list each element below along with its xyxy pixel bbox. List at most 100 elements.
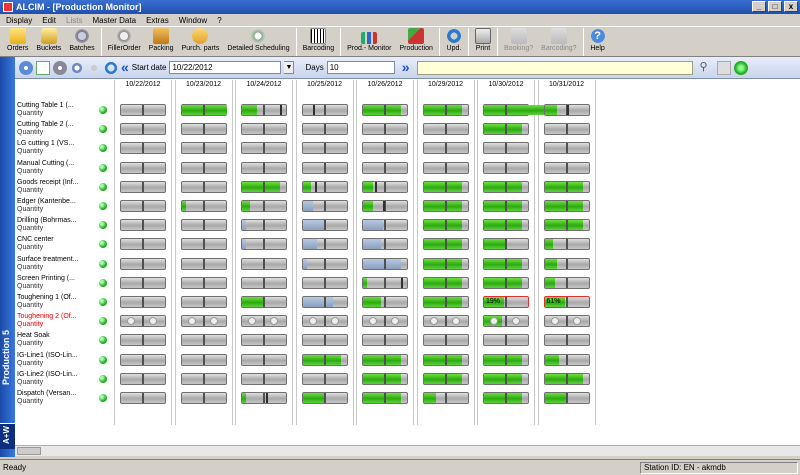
chevron-down-icon[interactable]: ▼ — [284, 61, 295, 74]
capacity-bar[interactable] — [241, 353, 287, 366]
workstation-label[interactable]: Manual Cutting (... Quantity — [17, 160, 97, 176]
menu-master-data[interactable]: Master Data — [92, 16, 136, 25]
capacity-bar[interactable]: 19% — [483, 296, 529, 308]
capacity-bar[interactable] — [301, 315, 348, 328]
maximize-button[interactable]: □ — [768, 1, 782, 12]
capacity-bar[interactable] — [180, 334, 227, 347]
capacity-bar[interactable] — [301, 276, 348, 289]
capacity-bar[interactable] — [422, 315, 469, 328]
workstation-label[interactable]: CNC center Quantity — [17, 236, 97, 252]
capacity-bar[interactable] — [180, 296, 227, 308]
capacity-bar[interactable] — [301, 238, 348, 251]
workstation-label[interactable]: Heat Soak Quantity — [17, 332, 97, 348]
capacity-bar[interactable] — [301, 353, 348, 366]
next-period-icon[interactable]: » — [402, 60, 410, 75]
barcoding-button[interactable]: Barcoding — [299, 27, 339, 52]
capacity-bar[interactable] — [362, 334, 408, 347]
capacity-bar[interactable] — [422, 123, 469, 136]
pointer-icon[interactable] — [53, 60, 67, 75]
capacity-bar[interactable] — [241, 142, 287, 155]
capacity-bar[interactable] — [422, 200, 469, 212]
workstation-label[interactable]: Toughening 1 (Of... Quantity — [17, 294, 97, 310]
capacity-bar[interactable] — [180, 161, 227, 174]
capacity-bar[interactable] — [241, 315, 287, 328]
help-button[interactable]: ? Help — [586, 27, 610, 52]
menu-lists[interactable]: Lists — [66, 16, 82, 25]
menu-window[interactable]: Window — [179, 16, 207, 25]
capacity-bar[interactable] — [483, 219, 529, 232]
capacity-bar[interactable] — [362, 104, 408, 116]
close-button[interactable]: x — [784, 1, 798, 12]
capacity-bar[interactable] — [543, 353, 590, 366]
search-icon[interactable] — [70, 60, 84, 75]
capacity-bar[interactable] — [120, 238, 166, 251]
capacity-bar[interactable] — [422, 142, 469, 155]
capacity-bar[interactable] — [120, 315, 166, 328]
capacity-bar[interactable] — [483, 180, 529, 193]
capacity-bar[interactable] — [301, 104, 348, 116]
capacity-bar[interactable] — [483, 104, 544, 116]
capacity-bar[interactable] — [483, 123, 529, 136]
workstation-label[interactable]: Goods receipt (Inf... Quantity — [17, 179, 97, 195]
workstation-label[interactable]: Cutting Table 1 (... Quantity — [17, 102, 97, 118]
capacity-bar[interactable] — [120, 104, 166, 116]
capacity-bar[interactable] — [422, 219, 469, 232]
workstation-label[interactable]: Drilling (Bohrmas... Quantity — [17, 217, 97, 233]
capacity-bar[interactable] — [483, 200, 529, 212]
capacity-bar[interactable] — [362, 276, 408, 289]
capacity-bar[interactable] — [362, 142, 408, 155]
capacity-bar[interactable] — [483, 353, 529, 366]
capacity-bar[interactable] — [362, 123, 408, 136]
capacity-bar[interactable] — [120, 372, 166, 385]
capacity-bar[interactable] — [483, 334, 529, 347]
batches-button[interactable]: Batches — [65, 27, 98, 52]
capacity-bar[interactable] — [483, 276, 529, 289]
workstation-label[interactable]: IG-Line1 (ISO-Lin... Quantity — [17, 352, 97, 368]
capacity-bar[interactable] — [301, 392, 348, 404]
capacity-bar[interactable] — [483, 315, 529, 328]
capacity-bar[interactable] — [241, 257, 287, 270]
capacity-bar[interactable] — [241, 219, 287, 232]
capacity-bar[interactable] — [180, 257, 227, 270]
capacity-bar[interactable] — [543, 276, 590, 289]
capacity-bar[interactable] — [543, 372, 590, 385]
go-icon[interactable] — [733, 60, 748, 75]
menu-display[interactable]: Display — [6, 16, 32, 25]
production-button[interactable]: Production — [395, 27, 436, 52]
capacity-bar[interactable] — [241, 180, 287, 193]
capacity-bar[interactable] — [543, 142, 590, 155]
capacity-bar[interactable] — [362, 315, 408, 328]
barcoding-button[interactable]: Barcoding? — [537, 27, 580, 52]
capacity-bar[interactable] — [241, 104, 287, 116]
packing-button[interactable]: Packing — [145, 27, 178, 52]
capacity-bar[interactable] — [180, 238, 227, 251]
capacity-bar[interactable] — [422, 257, 469, 270]
capacity-bar[interactable] — [422, 296, 469, 308]
person-icon[interactable] — [87, 60, 101, 75]
capacity-bar[interactable] — [483, 142, 529, 155]
capacity-bar[interactable] — [120, 142, 166, 155]
capacity-bar[interactable] — [422, 104, 469, 116]
capacity-bar[interactable] — [301, 296, 348, 308]
capacity-bar[interactable] — [301, 219, 348, 232]
capacity-bar[interactable]: 61% — [543, 296, 590, 308]
capacity-bar[interactable] — [241, 200, 287, 212]
refresh-icon[interactable] — [104, 60, 118, 75]
capacity-bar[interactable] — [241, 334, 287, 347]
workstation-label[interactable]: Edger (Kantenbe... Quantity — [17, 198, 97, 214]
start-date-input[interactable]: 10/22/2012 — [169, 61, 282, 74]
capacity-bar[interactable] — [120, 257, 166, 270]
capacity-bar[interactable] — [301, 257, 348, 270]
capacity-bar[interactable] — [241, 123, 287, 136]
capacity-bar[interactable] — [543, 392, 590, 404]
capacity-bar[interactable] — [120, 123, 166, 136]
capacity-bar[interactable] — [301, 123, 348, 136]
capacity-bar[interactable] — [362, 353, 408, 366]
capacity-bar[interactable] — [120, 392, 166, 404]
capacity-bar[interactable] — [301, 200, 348, 212]
capacity-bar[interactable] — [180, 142, 227, 155]
capacity-bar[interactable] — [483, 238, 529, 251]
capacity-bar[interactable] — [362, 161, 408, 174]
menu-help[interactable]: ? — [217, 16, 221, 25]
capacity-bar[interactable] — [543, 200, 590, 212]
